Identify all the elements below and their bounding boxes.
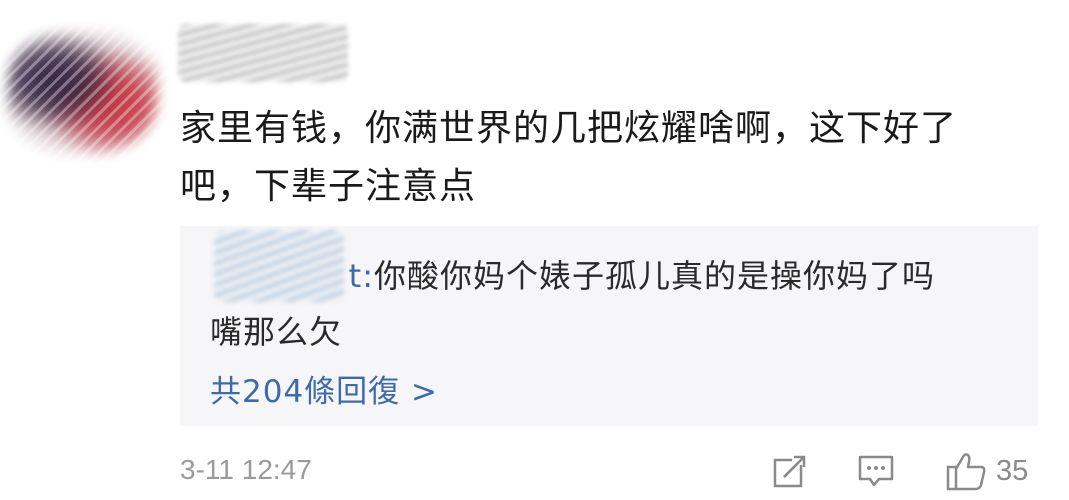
reply-body: t: 你酸你妈个婊子孤儿真的是操你妈了吗 嘴那么欠 [210,248,1010,360]
comment-line-2: 吧，下辈子注意点 [180,166,477,207]
comment-button[interactable] [856,448,896,494]
reply-username-suffix: t: [348,257,374,295]
like-button[interactable]: 35 [944,448,1028,494]
comment-card: 家里有钱，你满世界的几把炫耀啥啊，这下好了 吧，下辈子注意点 t: 你酸你妈个婊… [0,0,1069,500]
comment-body: 家里有钱，你满世界的几把炫耀啥啊，这下好了 吧，下辈子注意点 [180,100,1030,216]
more-replies-link[interactable]: 共204條回復 > [210,366,438,411]
comment-footer: 3-11 12:47 35 [180,448,1040,494]
avatar[interactable] [8,30,158,155]
like-count: 35 [996,454,1029,487]
reply-preview-box[interactable]: t: 你酸你妈个婊子孤儿真的是操你妈了吗 嘴那么欠 共204條回復 > [180,226,1038,426]
comment-icon [856,451,896,491]
reply-line-1: t: 你酸你妈个婊子孤儿真的是操你妈了吗 [210,248,1010,304]
thumbs-up-icon [944,449,988,493]
timestamp: 3-11 12:47 [180,454,312,485]
reply-line-2: 嘴那么欠 [210,313,343,351]
username-redacted[interactable] [178,24,348,82]
comment-line-1: 家里有钱，你满世界的几把炫耀啥啊，这下好了 [180,108,958,149]
share-icon [770,451,810,491]
reply-line-1-text: 你酸你妈个婊子孤儿真的是操你妈了吗 [374,257,936,295]
share-button[interactable] [770,448,810,494]
